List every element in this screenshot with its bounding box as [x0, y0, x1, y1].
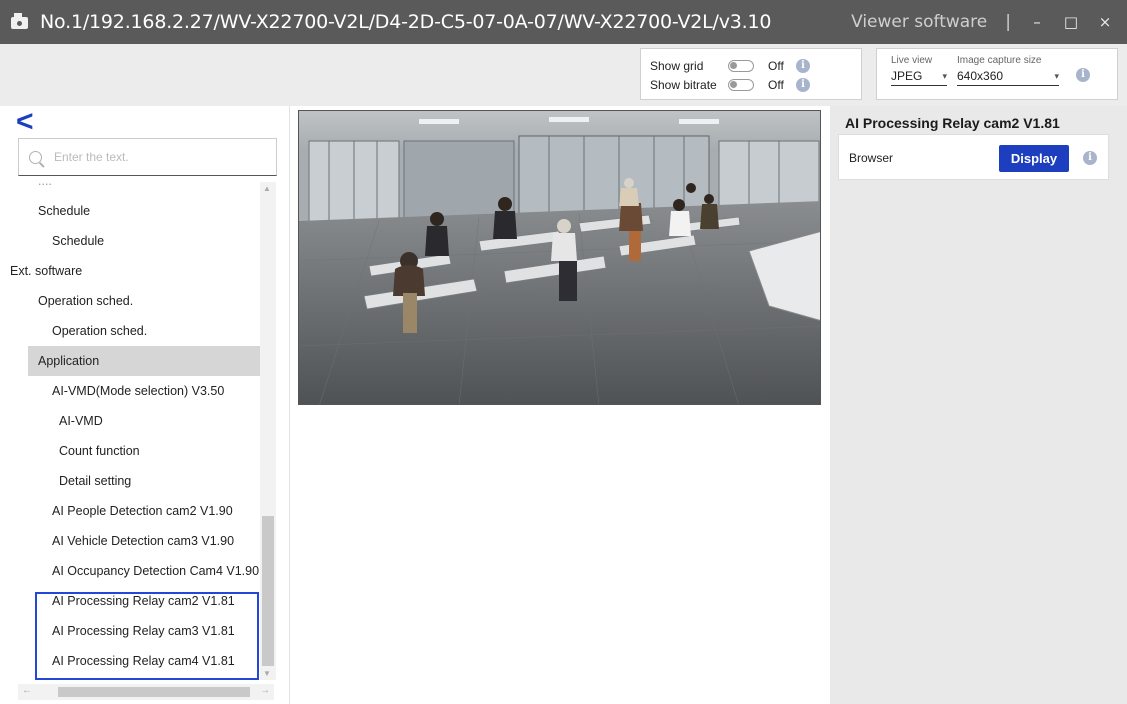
capture-size-value: 640x360	[957, 69, 1004, 83]
tree-item-schedule[interactable]: Schedule	[0, 226, 262, 256]
display-button[interactable]: Display	[999, 145, 1069, 172]
settings-sidebar: < .... Schedule Schedule Ext. software O…	[0, 106, 288, 704]
show-bitrate-toggle[interactable]	[728, 78, 754, 91]
tree-item-detail-setting[interactable]: Detail setting	[0, 466, 262, 496]
scroll-up-icon[interactable]: ▲	[263, 184, 271, 193]
tree-item-schedule-group[interactable]: Schedule	[0, 196, 262, 226]
capture-size-select[interactable]: 640x360 ▾	[957, 69, 1059, 86]
panel-title: AI Processing Relay cam2 V1.81	[845, 115, 1060, 131]
camera-scene	[299, 111, 820, 404]
live-view-group: Live view JPEG ▾	[891, 55, 947, 86]
close-button[interactable]: ×	[1097, 13, 1113, 31]
show-bitrate-label: Show bitrate	[650, 77, 717, 92]
chevron-down-icon: ▾	[942, 71, 947, 81]
search-box	[18, 138, 277, 176]
scroll-right-icon[interactable]: →	[260, 685, 270, 696]
window-title: No.1/192.168.2.27/WV-X22700-V2L/D4-2D-C5…	[40, 11, 772, 33]
search-input[interactable]	[54, 150, 254, 164]
browser-setting-card: Browser Display i	[838, 134, 1109, 180]
toolbar: Show grid Off i Show bitrate Off i Live …	[0, 44, 1127, 106]
show-bitrate-row: Show bitrate Off i	[650, 76, 810, 93]
tree-item-ai-people-detection[interactable]: AI People Detection cam2 V1.90	[0, 496, 262, 526]
info-icon[interactable]: i	[1076, 68, 1090, 82]
capture-options-box: Live view JPEG ▾ Image capture size 640x…	[876, 48, 1118, 100]
camera-live-image[interactable]	[298, 110, 821, 405]
overlay-options-box: Show grid Off i Show bitrate Off i	[640, 48, 862, 100]
list-item[interactable]: ....	[0, 182, 262, 196]
scroll-left-icon[interactable]: ←	[22, 685, 32, 696]
scrollbar-thumb[interactable]	[58, 687, 250, 697]
show-grid-row: Show grid Off i	[650, 57, 810, 74]
capture-size-group: Image capture size 640x360 ▾	[957, 55, 1059, 86]
scrollbar-thumb[interactable]	[262, 516, 274, 666]
app-detail-panel: AI Processing Relay cam2 V1.81 Browser D…	[830, 106, 1127, 704]
app-name: Viewer software	[851, 12, 988, 32]
camera-icon	[10, 11, 32, 33]
tree-item-ext-software[interactable]: Ext. software	[0, 256, 262, 286]
search-icon	[29, 150, 42, 164]
vertical-scrollbar[interactable]: ▲ ▼	[260, 182, 276, 680]
live-view-select[interactable]: JPEG ▾	[891, 69, 947, 86]
show-grid-state: Off	[768, 58, 784, 73]
tree-item-ai-vmd[interactable]: AI-VMD	[0, 406, 262, 436]
back-button[interactable]: <	[16, 107, 34, 137]
divider	[289, 106, 290, 704]
tree-item-application[interactable]: Application	[28, 346, 260, 376]
info-icon[interactable]: i	[796, 77, 810, 92]
info-icon[interactable]: i	[796, 58, 810, 73]
tree-item-ai-vmd-mode[interactable]: AI-VMD(Mode selection) V3.50	[0, 376, 262, 406]
highlight-annotation	[35, 592, 259, 680]
tree-item-operation-sched-group[interactable]: Operation sched.	[0, 286, 262, 316]
show-grid-toggle[interactable]	[728, 59, 754, 72]
live-view-label: Live view	[891, 55, 933, 66]
title-bar: No.1/192.168.2.27/WV-X22700-V2L/D4-2D-C5…	[0, 0, 1127, 44]
info-icon[interactable]: i	[1083, 151, 1097, 165]
horizontal-scrollbar[interactable]: ← →	[18, 684, 274, 700]
tree-item-ai-occupancy-detection[interactable]: AI Occupancy Detection Cam4 V1.90	[0, 556, 262, 586]
tree-item-ai-vehicle-detection[interactable]: AI Vehicle Detection cam3 V1.90	[0, 526, 262, 556]
maximize-button[interactable]: □	[1063, 13, 1079, 31]
capture-size-label: Image capture size	[957, 55, 1042, 66]
tree-item-operation-sched[interactable]: Operation sched.	[0, 316, 262, 346]
minimize-button[interactable]: –	[1029, 13, 1045, 31]
title-separator: |	[1005, 12, 1011, 32]
tree-item-count-function[interactable]: Count function	[0, 436, 262, 466]
show-bitrate-state: Off	[768, 77, 784, 92]
live-view-value: JPEG	[891, 69, 923, 83]
scroll-down-icon[interactable]: ▼	[263, 669, 271, 678]
chevron-down-icon: ▾	[1054, 71, 1059, 81]
browser-label: Browser	[849, 151, 894, 165]
show-grid-label: Show grid	[650, 58, 704, 73]
